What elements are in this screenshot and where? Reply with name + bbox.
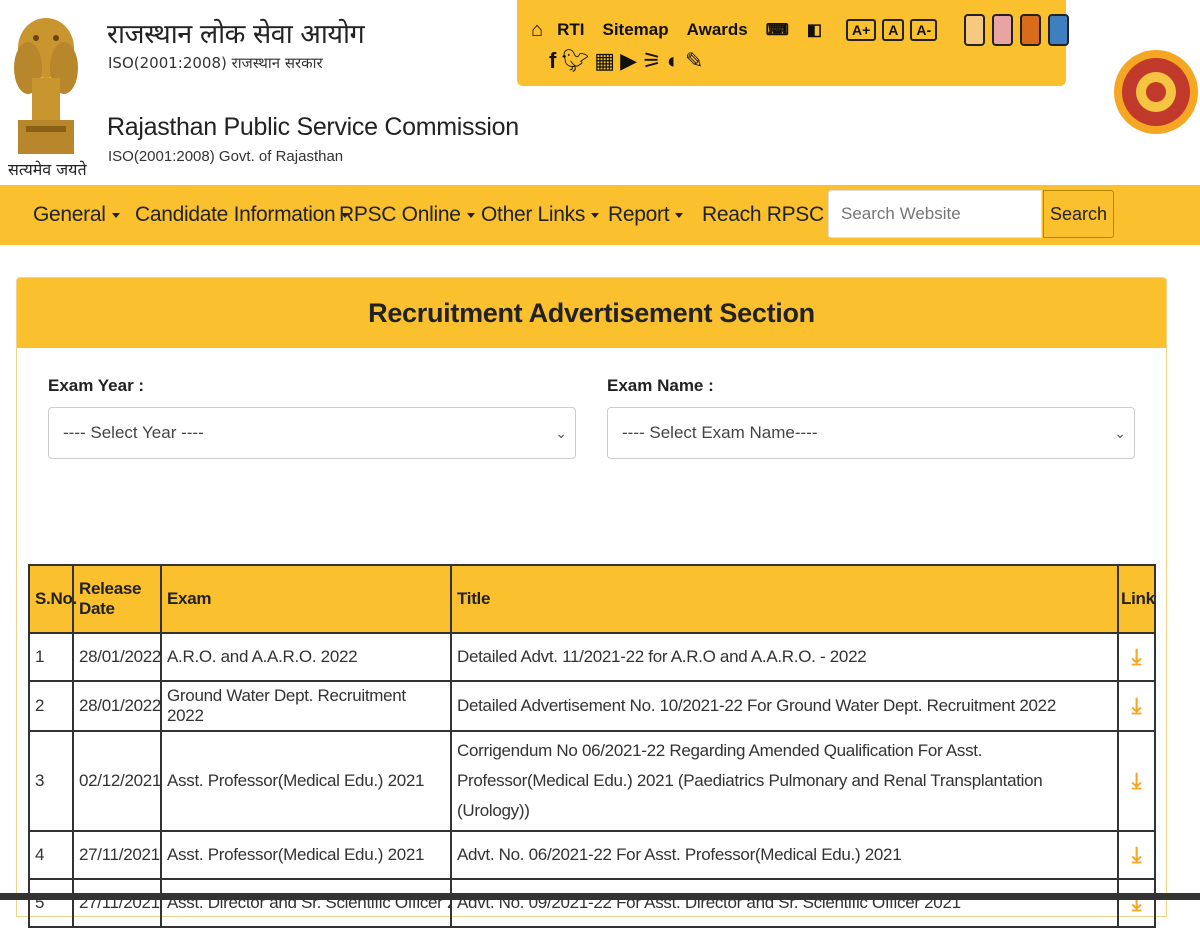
nav-rpsc-online[interactable]: RPSC Online <box>339 203 475 227</box>
download-icon[interactable]: ⤓ <box>1132 693 1142 718</box>
cell-exam: Asst. Professor(Medical Edu.) 2021 <box>160 730 452 832</box>
cell-sno: 3 <box>28 730 74 832</box>
caret-down-icon <box>466 212 475 218</box>
window-bottom-edge <box>0 893 1200 900</box>
cell-exam: A.R.O. and A.A.R.O. 2022 <box>160 632 452 682</box>
caret-down-icon <box>111 212 120 218</box>
nav-other-links-label: Other Links <box>481 203 586 226</box>
globe-icon[interactable]: ◐ <box>667 48 680 74</box>
cell-sno: 2 <box>28 680 74 732</box>
theme-swatch-1[interactable] <box>964 14 986 46</box>
panel-header: Recruitment Advertisement Section <box>17 278 1166 348</box>
cell-sno: 4 <box>28 830 74 880</box>
col-release-date: Release Date <box>72 564 162 634</box>
exam-name-value: ---- Select Exam Name---- <box>622 423 818 442</box>
panel-title: Recruitment Advertisement Section <box>368 298 815 328</box>
download-link[interactable]: ⤓ <box>1117 730 1156 832</box>
download-link[interactable]: ⤓ <box>1117 878 1156 928</box>
col-exam: Exam <box>160 564 452 634</box>
org-name-hindi: राजस्थान लोक सेवा आयोग <box>107 19 365 50</box>
nav-rpsc-online-label: RPSC Online <box>339 203 461 226</box>
theme-swatch-4[interactable] <box>1048 14 1070 46</box>
rti-link[interactable]: RTI <box>557 20 584 40</box>
cell-sno: 1 <box>28 632 74 682</box>
download-icon[interactable]: ⤓ <box>1132 768 1142 793</box>
site-header: सत्यमेव जयते राजस्थान लोक सेवा आयोग ISO(… <box>0 0 1200 185</box>
cell-title: Detailed Advt. 11/2021-22 for A.R.O and … <box>450 632 1119 682</box>
nav-candidate-label: Candidate Information <box>135 203 336 226</box>
exam-name-label: Exam Name : <box>607 376 714 395</box>
cell-title: Corrigendum No 06/2021-22 Regarding Amen… <box>450 730 1119 832</box>
nav-reach-rpsc[interactable]: Reach RPSC <box>702 203 838 227</box>
cell-title: Advt. No. 06/2021-22 For Asst. Professor… <box>450 830 1119 880</box>
theme-swatch-3[interactable] <box>1020 14 1042 46</box>
pin-icon[interactable]: ✎ <box>685 48 703 74</box>
cell-exam: Ground Water Dept. Recruitment 2022 <box>160 680 452 732</box>
rpsc-seal-logo <box>1114 50 1198 134</box>
table-row: 2 28/01/2022 Ground Water Dept. Recruitm… <box>28 680 1156 732</box>
cell-date: 28/01/2022 <box>72 632 162 682</box>
exam-year-label: Exam Year : <box>48 376 145 395</box>
nav-candidate-information[interactable]: Candidate Information <box>135 203 350 227</box>
chevron-down-icon: ⌄ <box>1114 425 1126 441</box>
calendar-icon[interactable]: ▦ <box>594 48 615 74</box>
screen-reader-icon[interactable]: ◧ <box>807 20 822 40</box>
iso-hindi: ISO(2001:2008) राजस्थान सरकार <box>108 54 323 72</box>
cell-date: 27/11/2021 <box>72 878 162 928</box>
table-row: 1 28/01/2022 A.R.O. and A.A.R.O. 2022 De… <box>28 632 1156 682</box>
exam-year-select[interactable]: ---- Select Year ---- ⌄ <box>48 407 576 459</box>
search-button[interactable]: Search <box>1043 190 1114 238</box>
col-title: Title <box>450 564 1119 634</box>
table-row: 4 27/11/2021 Asst. Professor(Medical Edu… <box>28 830 1156 880</box>
table-row: 3 02/12/2021 Asst. Professor(Medical Edu… <box>28 730 1156 832</box>
font-reset-button[interactable]: A <box>882 19 905 41</box>
cell-title: Detailed Advertisement No. 10/2021-22 Fo… <box>450 680 1119 732</box>
nav-general-label: General <box>33 203 106 226</box>
font-increase-button[interactable]: A+ <box>845 19 877 41</box>
nav-other-links[interactable]: Other Links <box>481 203 600 227</box>
utility-toolbar: ⌂ RTI Sitemap Awards ⌨ ◧ A+ A A- f 🐦︎ ▦ … <box>517 0 1070 86</box>
rss-icon[interactable]: ⚞ <box>642 48 662 74</box>
download-icon[interactable]: ⤓ <box>1132 842 1142 867</box>
youtube-icon[interactable]: ▶ <box>620 48 637 74</box>
caret-down-icon <box>591 212 600 218</box>
cell-exam: Asst. Professor(Medical Edu.) 2021 <box>160 830 452 880</box>
download-link[interactable]: ⤓ <box>1117 830 1156 880</box>
cell-sno: 5 <box>28 878 74 928</box>
cell-title: Advt. No. 09/2021-22 For Asst. Director … <box>450 878 1119 928</box>
keyboard-icon[interactable]: ⌨ <box>766 20 789 40</box>
cell-exam: Asst. Director and Sr. Scientific Office… <box>160 878 452 928</box>
theme-swatch-2[interactable] <box>992 14 1014 46</box>
col-link: Link <box>1117 564 1156 634</box>
facebook-icon[interactable]: f <box>549 48 556 74</box>
caret-down-icon <box>675 212 684 218</box>
cell-date: 27/11/2021 <box>72 830 162 880</box>
table-row: 5 27/11/2021 Asst. Director and Sr. Scie… <box>28 878 1156 928</box>
nav-general[interactable]: General <box>33 203 120 227</box>
search-input[interactable] <box>828 190 1042 238</box>
font-decrease-button[interactable]: A- <box>910 19 938 41</box>
twitter-icon[interactable]: 🐦︎ <box>561 48 589 74</box>
col-sno: S.No. <box>28 564 77 634</box>
exam-year-value: ---- Select Year ---- <box>63 423 204 442</box>
awards-link[interactable]: Awards <box>687 20 748 40</box>
exam-name-select[interactable]: ---- Select Exam Name---- ⌄ <box>607 407 1135 459</box>
table-header-row: S.No. Release Date Exam Title Link <box>28 564 1156 634</box>
chevron-down-icon: ⌄ <box>555 425 567 441</box>
download-link[interactable]: ⤓ <box>1117 680 1156 732</box>
download-icon[interactable]: ⤓ <box>1132 644 1142 669</box>
sitemap-link[interactable]: Sitemap <box>602 20 668 40</box>
iso-english: ISO(2001:2008) Govt. of Rajasthan <box>108 148 344 165</box>
nav-report[interactable]: Report <box>608 203 684 227</box>
advertisement-table: S.No. Release Date Exam Title Link 1 28/… <box>28 564 1156 928</box>
home-icon[interactable]: ⌂ <box>531 19 543 42</box>
nav-report-label: Report <box>608 203 670 226</box>
cell-date: 28/01/2022 <box>72 680 162 732</box>
national-emblem <box>14 18 78 154</box>
cell-date: 02/12/2021 <box>72 730 162 832</box>
emblem-caption: सत्यमेव जयते <box>8 160 87 179</box>
nav-reach-label: Reach RPSC <box>702 203 824 226</box>
download-link[interactable]: ⤓ <box>1117 632 1156 682</box>
org-name-english: Rajasthan Public Service Commission <box>107 113 519 141</box>
